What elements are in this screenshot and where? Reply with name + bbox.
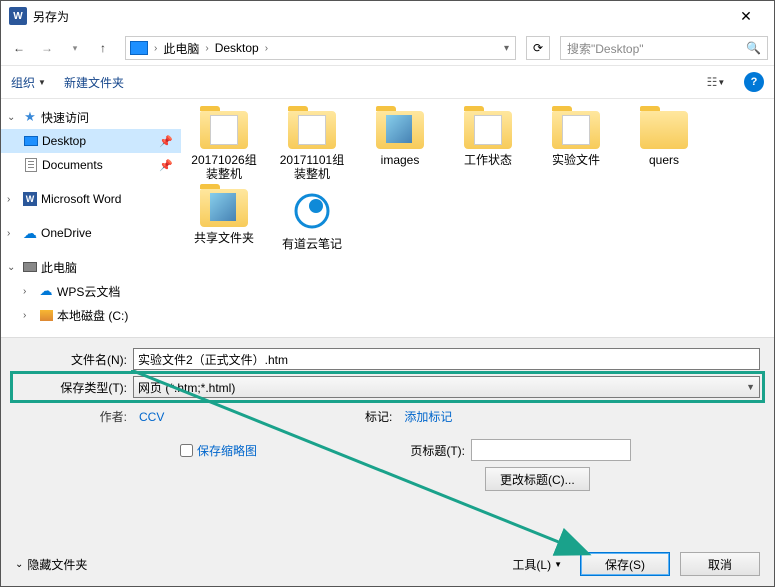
chevron-down-icon: ▼ [746,382,755,392]
chevron-right-icon[interactable]: › [7,194,19,205]
file-item[interactable]: quers [627,111,701,181]
author-label: 作者: [15,408,133,425]
app-icon [290,189,334,233]
file-item[interactable]: 工作状态 [451,111,525,181]
chevron-down-icon: ⌄ [15,559,23,570]
sidebar-item-documents[interactable]: Documents 📌 [1,153,181,177]
tags-value[interactable]: 添加标记 [404,408,452,425]
page-title-input[interactable] [471,439,631,461]
sidebar-item-word[interactable]: › W Microsoft Word [1,187,181,211]
chevron-right-icon[interactable]: › [23,286,35,297]
organize-menu[interactable]: 组织 ▼ [11,74,46,91]
page-title-label: 页标题(T): [405,442,465,459]
file-label: 实验文件 [552,153,600,167]
sidebar-item-this-pc[interactable]: ⌄ 此电脑 [1,255,181,279]
file-grid: 20171026组装整机 20171101组装整机 images 工作状态 实验文件 qu… [181,99,774,337]
chevron-right-icon[interactable]: › [7,228,19,239]
cloud-icon: ☁ [22,226,38,240]
filename-label: 文件名(N): [15,351,133,368]
sidebar: ⌄ ★ 快速访问 Desktop 📌 Documents 📌 › W Micro… [1,99,181,337]
back-button[interactable]: ← [7,36,31,60]
filetype-value: 网页 (*.htm;*.html) [138,379,235,396]
filetype-label: 保存类型(T): [15,379,133,396]
help-icon[interactable]: ? [744,72,764,92]
chevron-down-icon: ▼ [38,78,46,87]
pin-icon: 📌 [159,135,173,148]
sidebar-item-local-disk[interactable]: › 本地磁盘 (C:) [1,303,181,327]
filename-input[interactable] [133,348,760,370]
folder-icon [200,189,248,227]
search-placeholder: 搜索"Desktop" [567,40,644,57]
save-thumbnail-checkbox[interactable] [180,444,193,457]
new-folder-button[interactable]: 新建文件夹 [64,74,124,91]
chevron-right-icon[interactable]: › [152,43,159,54]
dialog-title: 另存为 [33,8,726,25]
recent-dropdown-icon[interactable]: ▾ [63,36,87,60]
folder-icon [552,111,600,149]
file-item[interactable]: 有道云笔记 [275,189,349,251]
chevron-down-icon[interactable]: ⌄ [7,112,19,123]
chevron-down-icon: ▼ [554,560,562,569]
folder-icon [464,111,512,149]
file-item[interactable]: 共享文件夹 [187,189,261,251]
file-label: images [381,153,420,167]
chevron-right-icon[interactable]: › [203,43,210,54]
file-item[interactable]: 20171026组装整机 [187,111,261,181]
folder-icon [288,111,336,149]
file-label: 20171101组装整机 [275,153,349,181]
folder-icon [640,111,688,149]
document-icon [25,158,37,172]
sidebar-item-onedrive[interactable]: › ☁ OneDrive [1,221,181,245]
star-icon: ★ [22,110,38,124]
view-options-button[interactable]: ☷ ▼ [706,73,726,91]
pc-icon [130,41,148,55]
file-label: 有道云笔记 [282,237,342,251]
tools-menu[interactable]: 工具(L) ▼ [512,556,562,573]
filetype-combo[interactable]: 网页 (*.htm;*.html) ▼ [133,376,760,398]
hide-folders-toggle[interactable]: ⌄ 隐藏文件夹 [15,556,87,573]
folder-icon [376,111,424,149]
save-thumbnail-label[interactable]: 保存缩略图 [197,442,257,459]
chevron-right-icon[interactable]: › [263,43,270,54]
close-icon[interactable]: ✕ [726,8,766,25]
change-title-button[interactable]: 更改标题(C)... [485,467,590,491]
file-label: 20171026组装整机 [187,153,261,181]
refresh-button[interactable]: ⟳ [526,36,550,60]
breadcrumb-folder[interactable]: Desktop [211,41,263,55]
cancel-button[interactable]: 取消 [680,552,760,576]
sidebar-item-wps[interactable]: › ☁ WPS云文档 [1,279,181,303]
cloud-icon: ☁ [38,284,54,298]
file-label: 共享文件夹 [194,231,254,245]
word-icon: W [23,192,37,206]
word-app-icon: W [9,7,27,25]
disk-icon [40,310,53,321]
sidebar-item-quick-access[interactable]: ⌄ ★ 快速访问 [1,105,181,129]
save-button[interactable]: 保存(S) [580,552,670,576]
desktop-icon [24,136,38,146]
file-item[interactable]: images [363,111,437,181]
search-input[interactable]: 搜索"Desktop" 🔍 [560,36,768,60]
chevron-down-icon[interactable]: ⌄ [7,262,19,273]
pc-icon [23,262,37,272]
folder-icon [200,111,248,149]
tags-label: 标记: [365,408,398,425]
chevron-down-icon[interactable]: ▾ [502,43,511,54]
chevron-right-icon[interactable]: › [23,310,35,321]
file-label: quers [649,153,679,167]
file-item[interactable]: 20171101组装整机 [275,111,349,181]
address-bar[interactable]: › 此电脑 › Desktop › ▾ [125,36,516,60]
file-item[interactable]: 实验文件 [539,111,613,181]
breadcrumb-root[interactable]: 此电脑 [159,40,203,57]
search-icon[interactable]: 🔍 [746,41,761,55]
forward-button: → [35,36,59,60]
sidebar-item-desktop[interactable]: Desktop 📌 [1,129,181,153]
file-label: 工作状态 [464,153,512,167]
author-value[interactable]: CCV [139,410,164,424]
pin-icon: 📌 [159,159,173,172]
up-button[interactable]: ↑ [91,36,115,60]
